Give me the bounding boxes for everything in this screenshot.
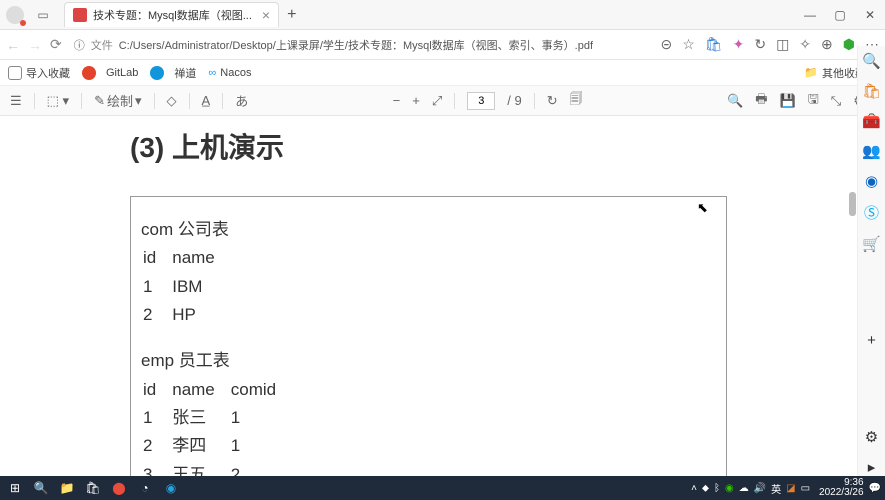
taskbar-edge-icon[interactable]: ◉ — [160, 478, 182, 498]
code-box: com 公司表 idname 1IBM 2HP emp 员工表 idnameco… — [130, 196, 727, 476]
performance-icon[interactable]: ⬢ — [843, 36, 855, 53]
tray-app-icon[interactable]: ⬥ — [702, 483, 709, 494]
nav-forward-icon: → — [28, 37, 42, 53]
table-row: 1IBM — [143, 274, 229, 300]
window-titlebar: ▭ 技术专题：Mysql数据库（视图... × + — ▢ ✕ — [0, 0, 885, 30]
tray-security-icon[interactable]: ◪ — [786, 483, 795, 494]
side-shopping-icon[interactable]: 🛍 — [862, 82, 881, 100]
side-skype-icon[interactable]: Ⓢ — [864, 202, 879, 223]
zoom-icon[interactable]: ⊝ — [661, 36, 673, 53]
reload-icon[interactable]: ⟳ — [50, 36, 62, 53]
mouse-cursor: ⬉ — [697, 200, 708, 216]
pointer-tool-icon[interactable]: ⬚ ▾ — [47, 93, 69, 109]
tray-chevron-icon[interactable]: ˄ — [691, 483, 697, 494]
new-tab-button[interactable]: + — [287, 6, 296, 24]
table-row: 2李四1 — [143, 433, 290, 459]
nav-back-icon[interactable]: ← — [6, 37, 20, 53]
read-aloud-icon[interactable]: あ — [235, 91, 248, 110]
tab-close-icon[interactable]: × — [262, 7, 270, 23]
protocol-label: 文件 — [91, 37, 113, 53]
com-table: idname 1IBM 2HP — [141, 243, 231, 330]
taskbar-clock[interactable]: 9:362022/3/26 — [819, 478, 864, 498]
side-settings-icon[interactable]: ⚙ — [865, 428, 878, 446]
bookmark-zentao[interactable]: 禅道 — [150, 65, 196, 81]
tray-onedrive-icon[interactable]: ☁ — [739, 483, 749, 494]
fullscreen-icon[interactable]: ⤡ — [831, 93, 841, 109]
print-icon[interactable]: 🖶 — [755, 90, 767, 112]
collections-icon[interactable]: ⊕ — [821, 36, 833, 53]
zoom-out-icon[interactable]: − — [393, 93, 401, 108]
tray-volume-icon[interactable]: 🔊 — [754, 483, 766, 494]
minimize-button[interactable]: — — [795, 0, 825, 30]
close-window-button[interactable]: ✕ — [855, 0, 885, 30]
sync-icon[interactable]: ↻ — [754, 36, 766, 53]
shopping-icon[interactable]: 🛍 — [705, 36, 723, 53]
pdf-favicon — [73, 8, 87, 22]
taskbar-record-icon[interactable]: ⬤ — [108, 478, 130, 498]
save-as-icon[interactable]: 🖫 — [808, 90, 819, 112]
search-pdf-icon[interactable]: 🔍 — [727, 93, 743, 109]
windows-taskbar: ⊞ 🔍 📁 🛍 ⬤ ◔ ◉ ˄ ⬥ ᛒ ◉ ☁ 🔊 英 ◪ ▭ 9:362022… — [0, 476, 885, 500]
start-button[interactable]: ⊞ — [4, 478, 26, 498]
zoom-in-icon[interactable]: + — [412, 93, 420, 108]
address-bar: ← → ⟳ ⓘ 文件 C:/Users/Administrator/Deskto… — [0, 30, 885, 60]
table-row: 3王五2 — [143, 462, 290, 476]
info-icon[interactable]: ⓘ — [74, 37, 85, 53]
profile-avatar[interactable] — [6, 6, 24, 24]
copilot-icon[interactable]: ✦ — [733, 36, 745, 53]
taskbar-search-icon[interactable]: 🔍 — [30, 478, 52, 498]
emp-table: idnamecomid 1张三1 2李四1 3王五2 — [141, 375, 292, 476]
table-row: 1张三1 — [143, 405, 290, 431]
workspace-icon[interactable]: ▭ — [34, 6, 52, 24]
fit-width-icon[interactable]: ⤢ — [432, 93, 442, 109]
erase-tool-icon[interactable]: ◇ — [167, 93, 177, 109]
notifications-icon[interactable]: 💬 — [869, 483, 881, 494]
browser-sidebar: 🔍 🛍 🧰 👥 ◉ Ⓢ 🛒 + ⚙ ▸ — [857, 46, 885, 476]
side-tools-icon[interactable]: 🧰 — [862, 112, 881, 130]
side-outlook-icon[interactable]: ◉ — [865, 172, 878, 190]
extensions-icon[interactable]: ✧ — [799, 36, 811, 53]
split-icon[interactable]: ◫ — [776, 36, 789, 53]
taskbar-explorer-icon[interactable]: 📁 — [56, 478, 78, 498]
tray-wechat-icon[interactable]: ◉ — [725, 483, 734, 494]
browser-tab[interactable]: 技术专题：Mysql数据库（视图... × — [64, 2, 279, 27]
taskbar-store-icon[interactable]: 🛍 — [82, 478, 104, 498]
tray-ime[interactable]: 英 — [771, 481, 781, 496]
side-add-icon[interactable]: + — [867, 332, 876, 349]
bookmarks-bar: 导入收藏 GitLab 禅道 ∞Nacos 📁其他收藏夹 — [0, 60, 885, 86]
favorite-icon[interactable]: ☆ — [682, 36, 695, 53]
table-row: 2HP — [143, 302, 229, 328]
bookmark-nacos[interactable]: ∞Nacos — [208, 67, 251, 79]
tray-battery-icon[interactable]: ▭ — [801, 483, 810, 494]
save-icon[interactable]: 💾 — [780, 93, 796, 109]
url-box[interactable]: ⓘ 文件 C:/Users/Administrator/Desktop/上课录屏… — [70, 37, 653, 53]
vertical-scrollbar-thumb[interactable] — [849, 192, 856, 216]
pdf-viewer[interactable]: (3) 上机演示 com 公司表 idname 1IBM 2HP emp 员工表… — [0, 116, 857, 476]
tab-title: 技术专题：Mysql数据库（视图... — [93, 7, 252, 23]
page-number-input[interactable] — [467, 92, 495, 110]
side-search-icon[interactable]: 🔍 — [862, 52, 881, 70]
url-text: C:/Users/Administrator/Desktop/上课录屏/学生/技… — [119, 37, 593, 53]
section-heading: (3) 上机演示 — [130, 126, 727, 166]
draw-tool[interactable]: ✎ 绘制 ▾ — [94, 91, 141, 110]
pdf-toolbar: ☰ ⬚ ▾ ✎ 绘制 ▾ ◇ A̲ あ − + ⤢ / 9 ↻ 🗐 🔍 🖶 💾 … — [0, 86, 885, 116]
side-people-icon[interactable]: 👥 — [862, 142, 881, 160]
bookmark-gitlab[interactable]: GitLab — [82, 66, 138, 80]
com-table-title: com 公司表 — [141, 217, 716, 243]
side-cart-icon[interactable]: 🛒 — [862, 235, 881, 253]
emp-table-title: emp 员工表 — [141, 348, 716, 374]
side-collapse-icon[interactable]: ▸ — [868, 458, 876, 476]
bookmark-import[interactable]: 导入收藏 — [8, 65, 70, 81]
page-total: / 9 — [507, 93, 521, 108]
system-tray[interactable]: ˄ ⬥ ᛒ ◉ ☁ 🔊 英 ◪ ▭ 9:362022/3/26 💬 — [691, 478, 881, 498]
taskbar-chrome-icon[interactable]: ◔ — [134, 478, 156, 498]
tray-bluetooth-icon[interactable]: ᛒ — [714, 483, 720, 494]
rotate-icon[interactable]: ↻ — [547, 93, 558, 109]
toc-icon[interactable]: ☰ — [10, 93, 22, 109]
maximize-button[interactable]: ▢ — [825, 0, 855, 30]
page-view-icon[interactable]: 🗐 — [570, 90, 583, 112]
highlight-tool-icon[interactable]: A̲ — [202, 93, 211, 108]
